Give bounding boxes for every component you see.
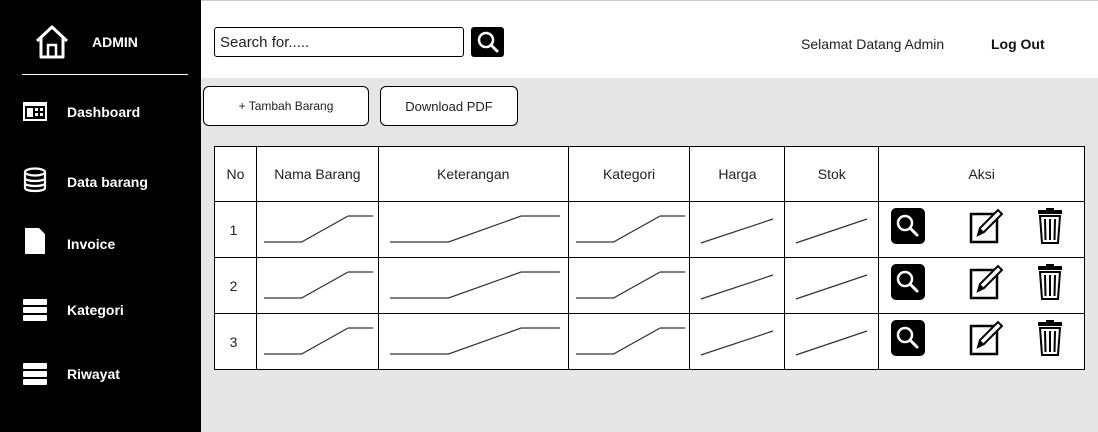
sidebar-item-label: Invoice xyxy=(67,236,116,252)
cell-stok-placeholder xyxy=(784,313,880,370)
cell-nama-barang-placeholder xyxy=(255,257,379,314)
add-item-button[interactable]: + Tambah Barang xyxy=(203,86,369,126)
table-row: 2 xyxy=(214,257,1085,314)
list-icon xyxy=(23,363,47,385)
cell-aksi xyxy=(878,257,1085,314)
cell-aksi xyxy=(878,201,1085,258)
cell-nama-barang-placeholder xyxy=(255,201,379,258)
cell-stok-placeholder xyxy=(784,257,880,314)
cell-harga-placeholder xyxy=(689,313,786,370)
dashboard-icon xyxy=(23,102,47,121)
search-button[interactable] xyxy=(471,27,504,57)
sidebar-item-label: Riwayat xyxy=(67,366,120,382)
trash-icon[interactable] xyxy=(1033,208,1067,244)
column-header-no: No xyxy=(214,146,257,202)
column-header-stok: Stok xyxy=(784,146,880,202)
cell-kategori-placeholder xyxy=(567,201,691,258)
welcome-text: Selamat Datang Admin xyxy=(801,36,945,52)
main-content: + Tambah Barang Download PDF No Nama Bar… xyxy=(201,78,1098,432)
cell-keterangan-placeholder xyxy=(377,257,569,314)
sidebar: ADMIN Dashboard Data barang Invoice Kate… xyxy=(0,0,201,432)
cell-aksi xyxy=(878,313,1085,370)
brand-label: ADMIN xyxy=(92,34,138,50)
sidebar-item-label: Kategori xyxy=(67,302,124,318)
cell-harga-placeholder xyxy=(689,257,786,314)
search-icon xyxy=(477,31,499,53)
cell-nama-barang-placeholder xyxy=(255,313,379,370)
sidebar-item-kategori[interactable]: Kategori xyxy=(0,290,201,330)
trash-icon[interactable] xyxy=(1033,264,1067,300)
table-row: 3 xyxy=(214,313,1085,370)
cell-no: 2 xyxy=(214,257,257,314)
search-icon[interactable] xyxy=(891,264,926,300)
search-icon[interactable] xyxy=(891,320,926,356)
list-icon xyxy=(23,299,47,321)
cell-keterangan-placeholder xyxy=(377,201,569,258)
column-header-kategori: Kategori xyxy=(567,146,691,202)
search-input[interactable] xyxy=(214,27,464,57)
cell-kategori-placeholder xyxy=(567,313,691,370)
database-icon xyxy=(23,167,47,193)
column-header-aksi: Aksi xyxy=(878,146,1085,202)
column-header-harga: Harga xyxy=(689,146,786,202)
edit-icon[interactable] xyxy=(969,320,1004,356)
items-table: No Nama Barang Keterangan Kategori Harga… xyxy=(214,146,1085,370)
download-pdf-button[interactable]: Download PDF xyxy=(380,86,518,126)
sidebar-item-riwayat[interactable]: Riwayat xyxy=(0,354,201,394)
column-header-nama-barang: Nama Barang xyxy=(255,146,379,202)
home-icon xyxy=(35,25,69,59)
document-icon xyxy=(25,228,45,254)
cell-kategori-placeholder xyxy=(567,257,691,314)
table-row: 1 xyxy=(214,201,1085,258)
trash-icon[interactable] xyxy=(1033,320,1067,356)
cell-no: 1 xyxy=(214,201,257,258)
search-icon[interactable] xyxy=(891,208,926,244)
cell-stok-placeholder xyxy=(784,201,880,258)
cell-keterangan-placeholder xyxy=(377,313,569,370)
logout-link[interactable]: Log Out xyxy=(991,36,1045,52)
sidebar-item-label: Dashboard xyxy=(67,104,141,120)
topbar: Selamat Datang Admin Log Out xyxy=(201,0,1098,78)
sidebar-item-dashboard[interactable]: Dashboard xyxy=(0,92,201,132)
cell-harga-placeholder xyxy=(689,201,786,258)
edit-icon[interactable] xyxy=(969,264,1004,300)
table-header-row: No Nama Barang Keterangan Kategori Harga… xyxy=(214,146,1085,202)
sidebar-item-invoice[interactable]: Invoice xyxy=(0,224,201,264)
sidebar-item-label: Data barang xyxy=(67,174,148,190)
brand[interactable]: ADMIN xyxy=(0,0,201,78)
sidebar-divider xyxy=(22,74,188,75)
edit-icon[interactable] xyxy=(969,208,1004,244)
cell-no: 3 xyxy=(214,313,257,370)
column-header-keterangan: Keterangan xyxy=(377,146,569,202)
sidebar-item-data-barang[interactable]: Data barang xyxy=(0,162,201,202)
